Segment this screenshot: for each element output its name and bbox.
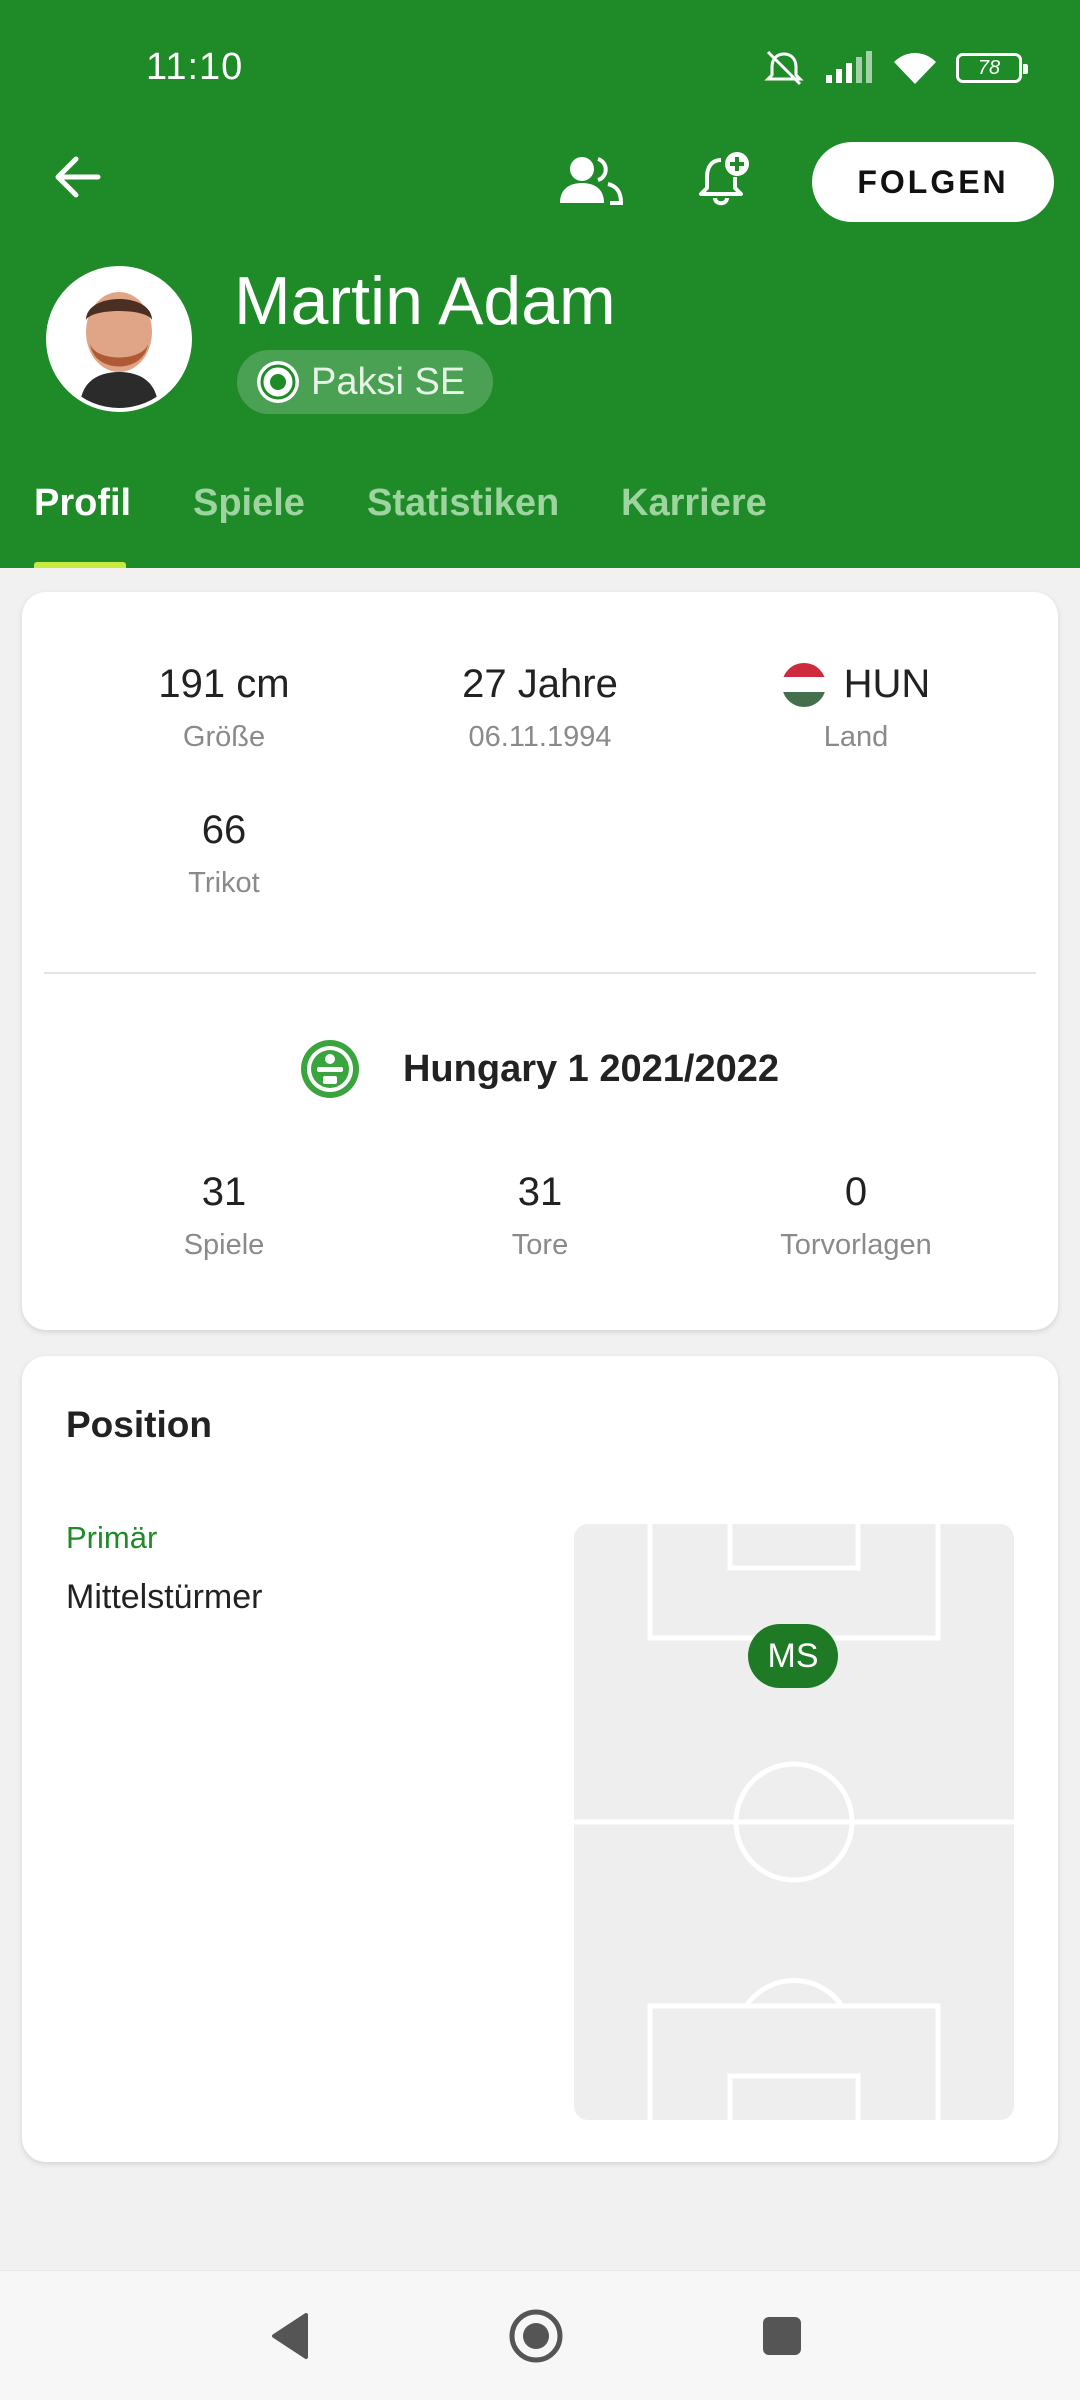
profile-card: 191 cm Größe 27 Jahre 06.11.1994 HUN Lan… [22, 592, 1058, 1330]
nav-recents-button[interactable] [722, 2271, 842, 2400]
status-icons: 78 [762, 48, 1028, 88]
battery-indicator: 78 [956, 53, 1028, 83]
pitch-lines [574, 1524, 1014, 2120]
bell-add-icon [699, 152, 749, 206]
shirt-value: 66 [201, 808, 247, 852]
assists-label: Torvorlagen [780, 1229, 932, 1261]
height-value: 191 cm [158, 662, 290, 706]
matches-value: 31 [201, 1170, 247, 1214]
height-label: Größe [182, 721, 266, 753]
team-name: Paksi SE [311, 360, 466, 403]
signal-icon [826, 51, 872, 83]
divider [44, 972, 1036, 974]
league-season: Hungary 1 2021/2022 [402, 1047, 779, 1090]
player-avatar [46, 266, 192, 412]
status-bar: 11:10 78 [0, 0, 1080, 140]
people-icon [560, 157, 624, 205]
team-logo-icon [257, 361, 299, 403]
status-time: 11:10 [146, 46, 244, 88]
country-stat: HUN Land [706, 662, 1006, 754]
league-row[interactable]: Hungary 1 2021/2022 [22, 1040, 1058, 1098]
shirt-label: Trikot [188, 867, 260, 899]
compare-players-button[interactable] [551, 140, 631, 220]
position-primary-label: Primär [66, 1520, 158, 1555]
tab-bar: Profil Spiele Statistiken Karriere [0, 470, 1080, 568]
bell-muted-icon [764, 50, 804, 86]
player-name: Martin Adam [234, 263, 616, 339]
country-value: HUN [843, 662, 931, 706]
matches-stat: 31 Spiele [74, 1170, 374, 1262]
system-nav-bar [0, 2270, 1080, 2400]
goals-label: Tore [511, 1229, 569, 1261]
tab-karriere[interactable]: Karriere [621, 482, 767, 525]
country-label: Land [823, 721, 889, 753]
arrow-back-icon [55, 156, 101, 198]
position-card: Position Primär Mittelstürmer MS [22, 1356, 1058, 2162]
matches-label: Spiele [183, 1229, 265, 1261]
age-value: 27 Jahre [462, 662, 618, 706]
assists-value: 0 [844, 1170, 868, 1214]
tab-profil[interactable]: Profil [34, 482, 131, 525]
birthdate-label: 06.11.1994 [468, 721, 612, 753]
player-header: 11:10 78 FOLGEN Martin Adam Paksi SE Pro… [0, 0, 1080, 568]
notification-add-button[interactable] [685, 140, 765, 220]
shirt-stat: 66 Trikot [74, 808, 374, 900]
nav-home-button[interactable] [476, 2271, 596, 2400]
goals-value: 31 [517, 1170, 563, 1214]
position-title: Position [66, 1404, 212, 1445]
nav-home-icon [509, 2309, 563, 2363]
player-photo [50, 270, 188, 408]
age-stat: 27 Jahre 06.11.1994 [390, 662, 690, 754]
goals-stat: 31 Tore [390, 1170, 690, 1262]
position-primary-value: Mittelstürmer [66, 1578, 263, 1616]
team-chip[interactable]: Paksi SE [237, 350, 494, 414]
toolbar: FOLGEN [0, 140, 1080, 260]
nav-back-button[interactable] [230, 2271, 350, 2400]
tab-spiele[interactable]: Spiele [193, 482, 305, 525]
nav-recents-icon [763, 2317, 801, 2355]
country-value-row: HUN [706, 662, 1006, 707]
wifi-icon [894, 53, 936, 84]
assists-stat: 0 Torvorlagen [706, 1170, 1006, 1262]
follow-button[interactable]: FOLGEN [812, 142, 1054, 222]
hungary-flag-icon [781, 662, 826, 707]
league-logo-icon [300, 1040, 359, 1098]
tab-indicator [34, 562, 126, 568]
tab-statistiken[interactable]: Statistiken [367, 482, 559, 525]
pitch-diagram: MS [574, 1524, 1014, 2120]
back-button[interactable] [40, 140, 114, 214]
position-marker: MS [748, 1624, 838, 1688]
battery-level: 78 [977, 56, 1001, 79]
nav-back-icon [272, 2313, 308, 2359]
height-stat: 191 cm Größe [74, 662, 374, 754]
